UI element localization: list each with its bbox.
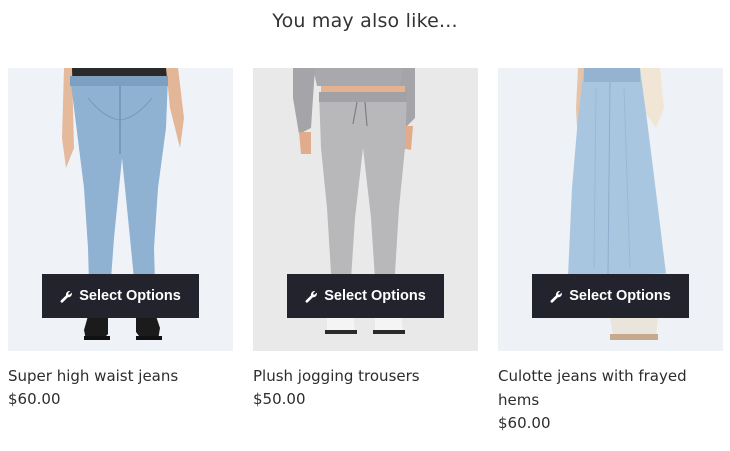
product-name[interactable]: Plush jogging trousers	[253, 364, 478, 388]
wrench-icon	[305, 290, 318, 303]
select-options-label: Select Options	[324, 288, 426, 304]
select-options-label: Select Options	[569, 288, 671, 304]
product-card[interactable]: Select Options Super high waist jeans $6…	[8, 68, 233, 432]
section-title: You may also like...	[272, 10, 458, 32]
product-price: $50.00	[253, 390, 306, 408]
product-image[interactable]: Select Options	[8, 68, 233, 351]
product-image[interactable]: Select Options	[498, 68, 723, 351]
product-name[interactable]: Super high waist jeans	[8, 364, 233, 388]
product-card[interactable]: Select Options Plush jogging trousers $5…	[253, 68, 478, 432]
select-options-label: Select Options	[79, 288, 181, 304]
select-options-button[interactable]: Select Options	[532, 274, 689, 318]
product-grid: Select Options Super high waist jeans $6…	[8, 68, 723, 432]
product-price: $60.00	[498, 414, 551, 432]
select-options-button[interactable]: Select Options	[42, 274, 199, 318]
select-options-button[interactable]: Select Options	[287, 274, 444, 318]
wrench-icon	[60, 290, 73, 303]
product-price: $60.00	[8, 390, 61, 408]
product-card[interactable]: Select Options Culotte jeans with frayed…	[498, 68, 723, 432]
product-image[interactable]: Select Options	[253, 68, 478, 351]
wrench-icon	[550, 290, 563, 303]
product-name[interactable]: Culotte jeans with frayed hems	[498, 364, 723, 412]
